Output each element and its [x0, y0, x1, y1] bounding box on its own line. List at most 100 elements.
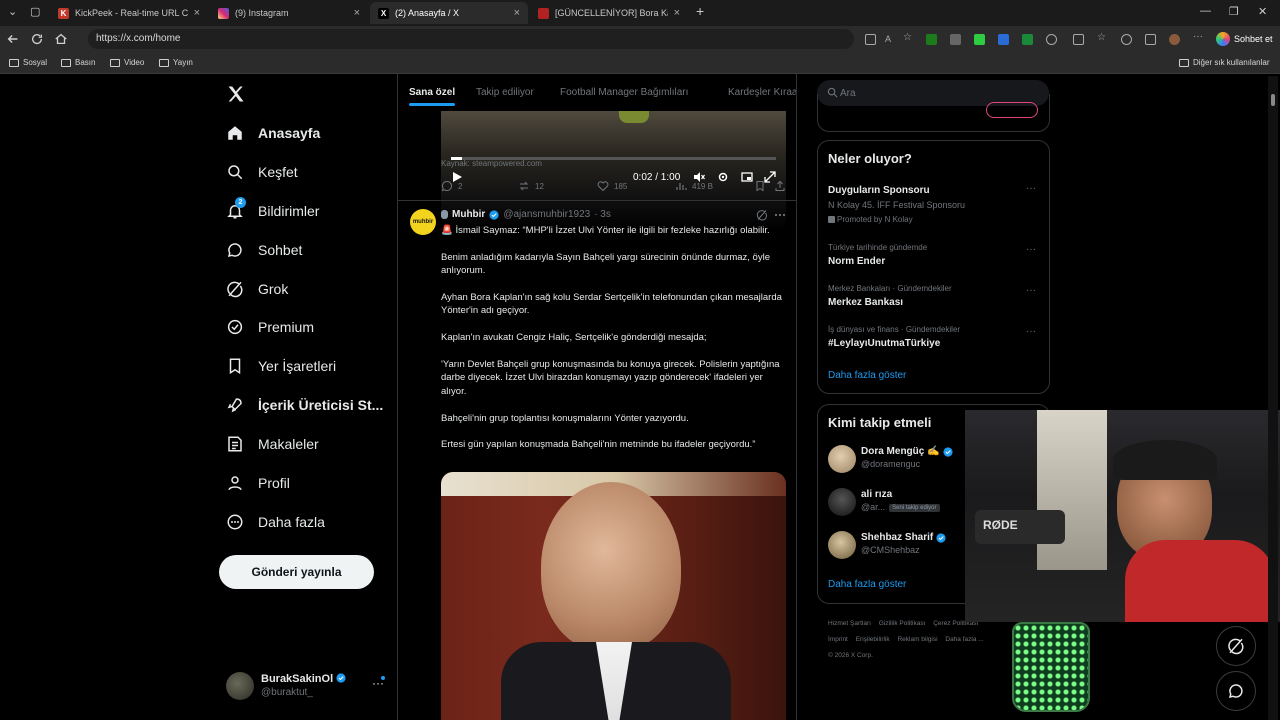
tweet-author-name[interactable]: Muhbir — [452, 209, 485, 220]
account-switcher[interactable]: BurakSakinOl @buraktut_ ··· — [226, 670, 396, 704]
views-action[interactable]: 419 B — [675, 180, 713, 192]
tab-football-manager[interactable]: Football Manager Bağımlıları — [560, 87, 688, 98]
tab-kardesler[interactable]: Kardeşler Kıraathanesi — [728, 87, 796, 98]
collections-icon[interactable] — [1145, 34, 1156, 45]
trend-more-icon[interactable]: ··· — [1026, 326, 1036, 337]
video-source[interactable]: Kaynak: steampowered.com — [441, 159, 542, 168]
grok-explain-icon[interactable] — [756, 209, 768, 221]
close-tab-icon[interactable]: × — [354, 7, 360, 19]
share-icon[interactable] — [774, 180, 786, 192]
trend-more-icon[interactable]: ··· — [1026, 285, 1036, 296]
extension-1-icon[interactable] — [926, 34, 937, 45]
extension-5-icon[interactable] — [1022, 34, 1033, 45]
nav-explore[interactable]: Keşfet — [226, 158, 298, 186]
footer-link[interactable]: Hizmet Şartları — [828, 620, 871, 627]
minimize-icon[interactable]: — — [1200, 5, 1211, 17]
bookmark-icon[interactable] — [754, 180, 766, 192]
workspaces-icon[interactable]: ▢ — [30, 5, 40, 18]
bookmark-folder-video[interactable]: Video — [110, 58, 144, 67]
footer-link[interactable]: Erişilebilirlik — [856, 636, 890, 643]
nav-premium[interactable]: Premium — [226, 313, 314, 341]
nav-creator-studio[interactable]: İçerik Üreticisi St... — [226, 391, 383, 419]
trend-title[interactable]: Norm Ender — [828, 256, 885, 267]
trends-show-more-link[interactable]: Daha fazla göster — [828, 370, 906, 381]
profile-avatar[interactable] — [1169, 34, 1180, 45]
grok-icon — [1228, 638, 1244, 655]
timeline[interactable]: Sana özel Takip ediliyor Football Manage… — [397, 74, 797, 720]
trend-title[interactable]: Merkez Bankası — [828, 297, 903, 308]
scrollbar-thumb[interactable] — [1271, 94, 1275, 106]
bookmark-folder-yayin[interactable]: Yayın — [159, 58, 193, 67]
bookmark-folder-basin[interactable]: Basın — [61, 58, 95, 67]
copilot-chat-button[interactable]: Sohbet et — [1212, 30, 1279, 48]
url-input[interactable]: https://x.com/home — [88, 29, 854, 49]
extension-6-icon[interactable] — [1046, 34, 1057, 45]
chat-floating-button[interactable] — [1216, 671, 1256, 711]
browser-tab-instagram[interactable]: (9) Instagram × — [210, 2, 368, 24]
bookmark-folder-sosyal[interactable]: Sosyal — [9, 58, 47, 67]
other-bookmarks-folder[interactable]: Diğer sık kullanılanlar — [1179, 58, 1269, 67]
settings-more-icon[interactable]: ··· — [1193, 31, 1204, 42]
browser-tab-x-home[interactable]: X (2) Anasayfa / X × — [370, 2, 528, 24]
browser-address-bar: https://x.com/home A ☆ ☆ ··· Sohbet et — [0, 26, 1280, 52]
footer-link[interactable]: İmprint — [828, 636, 848, 643]
like-action[interactable]: 185 — [597, 180, 627, 192]
close-tab-icon[interactable]: × — [674, 7, 680, 19]
footer-link[interactable]: Daha fazla ... — [945, 636, 983, 643]
trend-title[interactable]: #LeylayıUnutmaTürkiye — [828, 338, 940, 349]
tweet-author-avatar[interactable]: muhbir — [410, 209, 436, 235]
who-to-follow-show-more-link[interactable]: Daha fazla göster — [828, 579, 906, 590]
nav-more[interactable]: Daha fazla — [226, 508, 325, 536]
refresh-icon[interactable] — [30, 32, 44, 46]
extension-2-icon[interactable] — [950, 34, 961, 45]
app-available-icon[interactable] — [865, 34, 876, 45]
nav-bookmarks[interactable]: Yer İşaretleri — [226, 352, 336, 380]
nav-grok[interactable]: Grok — [226, 275, 288, 303]
browser-essentials-icon[interactable] — [1121, 34, 1132, 45]
tweet-author-handle[interactable]: @ajansmuhbir1923 — [503, 209, 590, 220]
browser-tab-news[interactable]: [GÜNCELLENİYOR] Bora Kaplan Dav × — [530, 2, 688, 24]
profile-icon — [228, 476, 242, 491]
page-scrollbar[interactable] — [1268, 76, 1278, 720]
tab-following[interactable]: Takip ediliyor — [476, 87, 534, 98]
nav-profile[interactable]: Profil — [226, 469, 290, 497]
split-screen-icon[interactable] — [1073, 34, 1084, 45]
browser-tab-kickpeek[interactable]: K KickPeek - Real-time URL Crawler × — [50, 2, 208, 24]
tweet-photo[interactable] — [441, 472, 786, 720]
grok-floating-button[interactable] — [1216, 626, 1256, 666]
close-tab-icon[interactable]: × — [194, 7, 200, 19]
trend-title[interactable]: Duyguların Sponsoru — [828, 185, 930, 196]
footer-link[interactable]: Gizlilik Politikası — [879, 620, 926, 627]
favorite-star-icon[interactable]: ☆ — [903, 32, 914, 43]
maximize-icon[interactable]: ❐ — [1229, 5, 1239, 18]
footer-link[interactable]: Reklam bilgisi — [897, 636, 937, 643]
close-tab-icon[interactable]: × — [514, 7, 520, 19]
trend-more-icon[interactable]: ··· — [1026, 183, 1036, 194]
favorites-icon[interactable]: ☆ — [1097, 32, 1108, 43]
tweet-divider — [398, 200, 796, 201]
back-icon[interactable] — [6, 32, 20, 46]
repost-icon — [519, 181, 529, 191]
close-window-icon[interactable]: ✕ — [1258, 5, 1267, 18]
trend-more-icon[interactable]: ··· — [1026, 244, 1036, 255]
extension-3-icon[interactable] — [974, 34, 985, 45]
tab-for-you[interactable]: Sana özel — [409, 87, 456, 106]
new-tab-icon[interactable]: + — [696, 3, 704, 19]
extension-4-icon[interactable] — [998, 34, 1009, 45]
nav-chat[interactable]: Sohbet — [226, 236, 302, 264]
read-aloud-icon[interactable]: A — [885, 34, 896, 45]
post-button[interactable]: Gönderi yayınla — [219, 555, 374, 589]
nav-notifications[interactable]: 2 Bildirimler — [226, 197, 319, 225]
nav-articles[interactable]: Makaleler — [226, 430, 319, 458]
settings-gear-icon[interactable] — [717, 171, 729, 183]
premium-pill[interactable] — [986, 102, 1038, 118]
home-icon[interactable] — [54, 32, 68, 46]
x-logo-icon[interactable] — [226, 84, 246, 104]
tweet-time[interactable]: · 3s — [594, 209, 611, 220]
nav-home[interactable]: Anasayfa — [226, 119, 320, 147]
picture-in-picture-icon[interactable] — [741, 171, 753, 183]
tab-list-chevron-icon[interactable]: ⌄ — [8, 5, 17, 18]
tweet-more-icon[interactable] — [774, 210, 786, 220]
reply-action[interactable]: 2 — [441, 180, 462, 192]
repost-action[interactable]: 12 — [518, 180, 544, 192]
